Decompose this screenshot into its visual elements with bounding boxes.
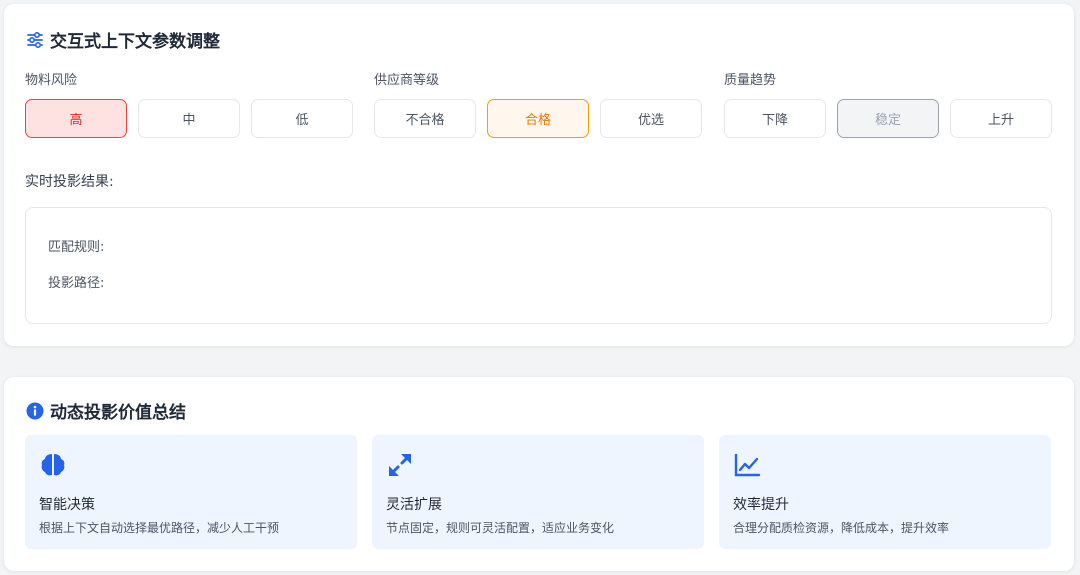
risk-medium-button[interactable]: 中 bbox=[138, 99, 240, 138]
feature-card-flexible-extend: 灵活扩展 节点固定，规则可灵活配置，适应业务变化 bbox=[372, 435, 704, 549]
param-adjust-panel: 交互式上下文参数调整 物料风险 高 中 低 供应商等级 不合格 合格 优选 质量… bbox=[4, 4, 1074, 346]
feature-desc: 根据上下文自动选择最优路径，减少人工干预 bbox=[39, 521, 280, 535]
supplier-grade-options: 不合格 合格 优选 bbox=[374, 99, 702, 138]
trend-down-button[interactable]: 下降 bbox=[724, 99, 826, 138]
brain-icon bbox=[38, 451, 68, 479]
panel-title: 交互式上下文参数调整 bbox=[25, 27, 220, 52]
value-summary-panel: 动态投影价值总结 智能决策 根据上下文自动选择最优路径，减少人工干预 灵活扩展 … bbox=[4, 377, 1074, 571]
feature-title: 灵活扩展 bbox=[386, 497, 442, 513]
feature-card-efficiency: 效率提升 合理分配质检资源，降低成本，提升效率 bbox=[719, 435, 1051, 549]
supplier-grade-label: 供应商等级 bbox=[374, 73, 440, 88]
feature-card-smart-decision: 智能决策 根据上下文自动选择最优路径，减少人工干预 bbox=[25, 435, 357, 549]
grade-preferred-button[interactable]: 优选 bbox=[600, 99, 702, 138]
feature-desc: 节点固定，规则可灵活配置，适应业务变化 bbox=[386, 521, 615, 535]
projection-path-line: 投影路径: bbox=[48, 276, 105, 291]
match-rule-line: 匹配规则: bbox=[48, 240, 105, 255]
grade-fail-button[interactable]: 不合格 bbox=[374, 99, 476, 138]
summary-title-text: 动态投影价值总结 bbox=[50, 403, 186, 423]
expand-arrows-icon bbox=[385, 451, 415, 479]
risk-low-button[interactable]: 低 bbox=[251, 99, 353, 138]
line-chart-icon bbox=[732, 451, 762, 479]
material-risk-options: 高 中 低 bbox=[25, 99, 353, 138]
quality-trend-label: 质量趋势 bbox=[724, 73, 777, 88]
feature-title: 效率提升 bbox=[733, 497, 789, 513]
trend-stable-button[interactable]: 稳定 bbox=[837, 99, 939, 138]
supplier-grade-group: 供应商等级 不合格 合格 优选 bbox=[374, 72, 702, 138]
panel-title-text: 交互式上下文参数调整 bbox=[50, 32, 220, 52]
result-label: 实时投影结果: bbox=[25, 174, 114, 190]
trend-up-button[interactable]: 上升 bbox=[950, 99, 1052, 138]
quality-trend-group: 质量趋势 下降 稳定 上升 bbox=[724, 72, 1052, 138]
risk-high-button[interactable]: 高 bbox=[25, 99, 127, 138]
sliders-icon bbox=[25, 30, 44, 49]
summary-title: 动态投影价值总结 bbox=[25, 398, 186, 423]
feature-title: 智能决策 bbox=[39, 497, 95, 513]
result-box: 匹配规则: 投影路径: bbox=[25, 207, 1052, 324]
material-risk-group: 物料风险 高 中 低 bbox=[25, 72, 353, 138]
feature-desc: 合理分配质检资源，降低成本，提升效率 bbox=[733, 521, 950, 535]
material-risk-label: 物料风险 bbox=[25, 73, 78, 88]
info-circle-icon bbox=[25, 401, 44, 420]
grade-pass-button[interactable]: 合格 bbox=[487, 99, 589, 138]
quality-trend-options: 下降 稳定 上升 bbox=[724, 99, 1052, 138]
